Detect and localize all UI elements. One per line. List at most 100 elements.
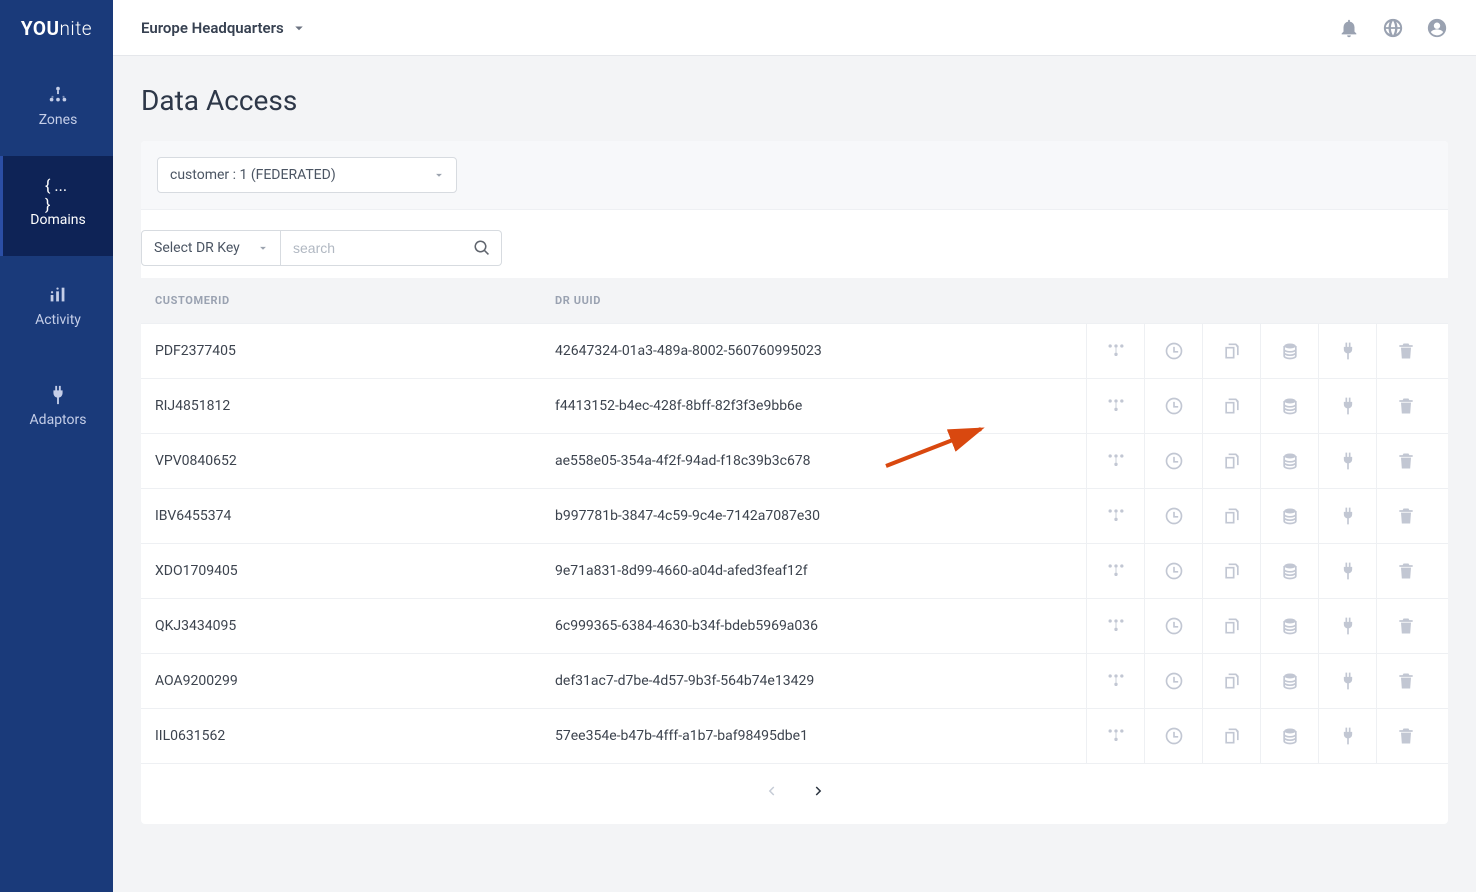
notifications-button[interactable] [1338,17,1360,39]
prev-page-button[interactable] [762,782,780,804]
chevron-down-icon [290,19,308,37]
activity-icon [45,284,71,306]
row-action-delete[interactable] [1376,434,1434,488]
filter-bar: customer : 1 (FEDERATED) [141,141,1448,210]
row-action-copy[interactable] [1202,599,1260,653]
domain-filter-select[interactable]: customer : 1 (FEDERATED) [157,157,457,193]
row-action-lineage[interactable] [1086,544,1144,598]
row-action-adaptor[interactable] [1318,599,1376,653]
next-page-button[interactable] [810,782,828,804]
row-action-lineage[interactable] [1086,434,1144,488]
sidebar-item-adaptors[interactable]: Adaptors [0,356,113,456]
row-action-history[interactable] [1144,599,1202,653]
row-action-data[interactable] [1260,434,1318,488]
row-action-data[interactable] [1260,654,1318,708]
row-action-adaptor[interactable] [1318,654,1376,708]
row-action-delete[interactable] [1376,544,1434,598]
row-action-copy[interactable] [1202,544,1260,598]
row-action-delete[interactable] [1376,324,1434,378]
row-action-adaptor[interactable] [1318,544,1376,598]
row-action-lineage[interactable] [1086,599,1144,653]
row-action-delete[interactable] [1376,709,1434,763]
dr-key-select[interactable]: Select DR Key [141,230,281,266]
clock-icon [1164,616,1184,636]
row-action-history[interactable] [1144,489,1202,543]
row-action-copy[interactable] [1202,324,1260,378]
row-action-delete[interactable] [1376,654,1434,708]
sidebar-item-activity[interactable]: Activity [0,256,113,356]
row-action-data[interactable] [1260,599,1318,653]
cell-customerid: RIJ4851812 [141,379,541,434]
row-action-copy[interactable] [1202,709,1260,763]
row-action-copy[interactable] [1202,654,1260,708]
row-action-history[interactable] [1144,654,1202,708]
zone-label: Europe Headquarters [141,19,284,37]
plug-icon [1338,616,1358,636]
table-row: IIL063156257ee354e-b47b-4fff-a1b7-baf984… [141,709,1448,764]
row-action-history[interactable] [1144,379,1202,433]
sidebar-item-zones[interactable]: Zones [0,56,113,156]
row-action-data[interactable] [1260,489,1318,543]
plug-icon [1338,451,1358,471]
row-action-lineage[interactable] [1086,709,1144,763]
lineage-icon [1106,396,1126,416]
chevron-down-icon [256,241,270,255]
row-action-data[interactable] [1260,379,1318,433]
content: Data Access customer : 1 (FEDERATED) Sel… [113,56,1476,892]
row-action-delete[interactable] [1376,599,1434,653]
cell-dr-uuid: b997781b-3847-4c59-9c4e-7142a7087e30 [541,489,1068,544]
table-row: IBV6455374b997781b-3847-4c59-9c4e-7142a7… [141,489,1448,544]
plug-icon [1338,561,1358,581]
zone-selector[interactable]: Europe Headquarters [141,19,308,37]
row-action-lineage[interactable] [1086,379,1144,433]
row-action-data[interactable] [1260,324,1318,378]
lineage-icon [1106,506,1126,526]
row-action-data[interactable] [1260,709,1318,763]
row-action-copy[interactable] [1202,434,1260,488]
brand-logo: YOUnite [0,0,113,56]
row-action-lineage[interactable] [1086,489,1144,543]
cell-actions [1068,709,1448,764]
copy-icon [1222,341,1242,361]
copy-icon [1222,671,1242,691]
row-action-history[interactable] [1144,709,1202,763]
row-action-lineage[interactable] [1086,654,1144,708]
domain-filter-value: customer : 1 (FEDERATED) [170,167,336,183]
trash-icon [1396,671,1416,691]
search-field-wrap [281,230,502,266]
trash-icon [1396,616,1416,636]
copy-icon [1222,451,1242,471]
row-action-copy[interactable] [1202,489,1260,543]
row-action-adaptor[interactable] [1318,489,1376,543]
language-button[interactable] [1382,17,1404,39]
cell-dr-uuid: def31ac7-d7be-4d57-9b3f-564b74e13429 [541,654,1068,709]
account-button[interactable] [1426,17,1448,39]
row-action-adaptor[interactable] [1318,324,1376,378]
sidebar-item-label: Zones [39,112,78,128]
lineage-icon [1106,561,1126,581]
row-action-history[interactable] [1144,324,1202,378]
sidebar-item-domains[interactable]: { ... } Domains [0,156,113,256]
row-action-delete[interactable] [1376,489,1434,543]
cell-actions [1068,379,1448,434]
row-action-adaptor[interactable] [1318,434,1376,488]
stack-icon [1280,341,1300,361]
row-action-history[interactable] [1144,434,1202,488]
plug-icon [1338,396,1358,416]
table-row: RIJ4851812f4413152-b4ec-428f-8bff-82f3f3… [141,379,1448,434]
dr-key-select-label: Select DR Key [154,240,240,256]
row-action-adaptor[interactable] [1318,709,1376,763]
chevron-right-icon [810,782,828,800]
row-action-history[interactable] [1144,544,1202,598]
search-input[interactable] [281,231,501,265]
clock-icon [1164,396,1184,416]
row-action-adaptor[interactable] [1318,379,1376,433]
row-action-data[interactable] [1260,544,1318,598]
row-action-delete[interactable] [1376,379,1434,433]
page-title: Data Access [141,84,1448,117]
table-row: PDF237740542647324-01a3-489a-8002-560760… [141,324,1448,379]
plug-icon [45,384,71,406]
trash-icon [1396,726,1416,746]
row-action-copy[interactable] [1202,379,1260,433]
row-action-lineage[interactable] [1086,324,1144,378]
